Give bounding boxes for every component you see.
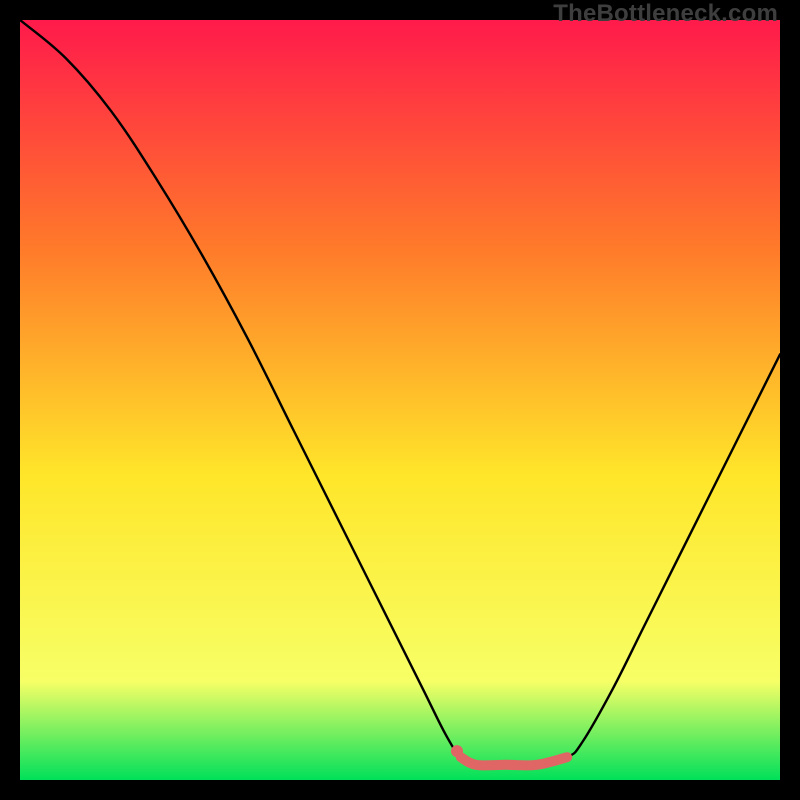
- chart-container: TheBottleneck.com: [0, 0, 800, 800]
- gradient-background: [20, 20, 780, 780]
- plot-area: [20, 20, 780, 780]
- watermark-text: TheBottleneck.com: [553, 0, 778, 28]
- sweet-spot-dot: [451, 745, 463, 757]
- chart-svg: [20, 20, 780, 780]
